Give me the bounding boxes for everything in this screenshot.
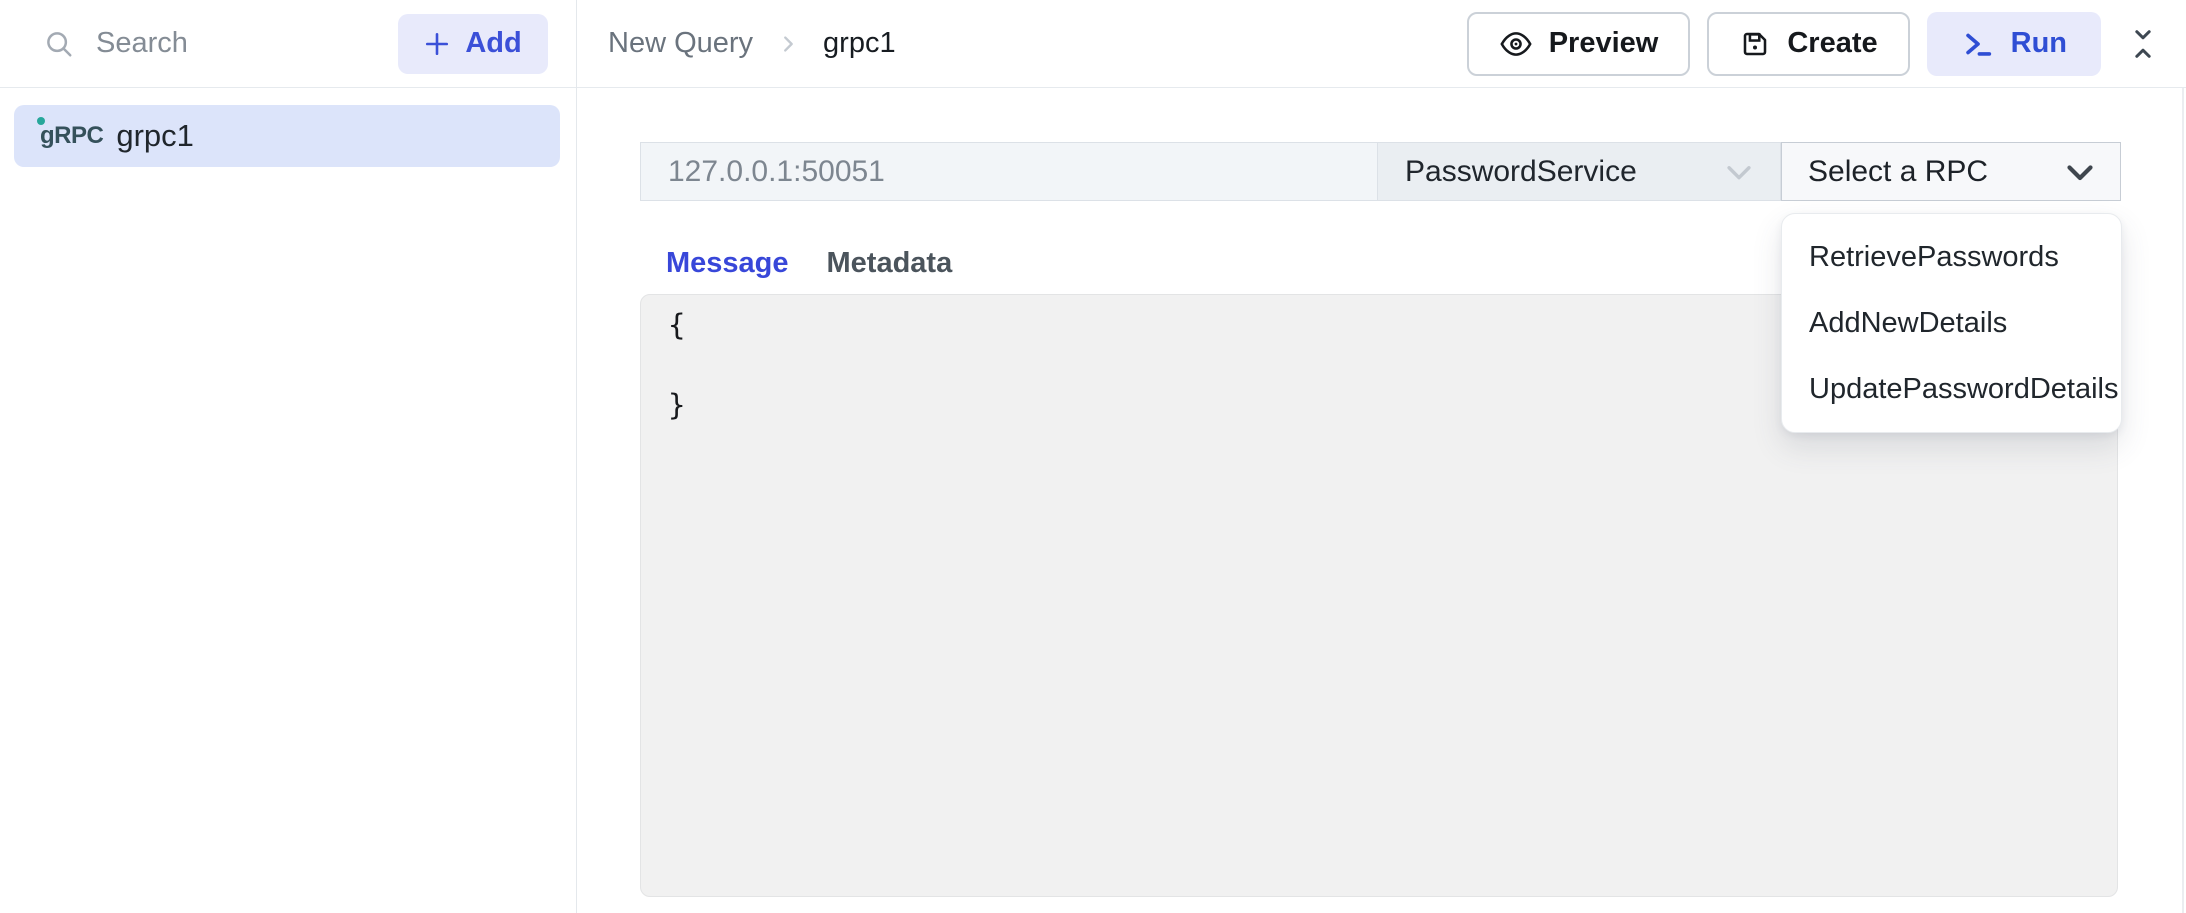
add-button-label: Add bbox=[465, 27, 521, 60]
save-icon bbox=[1739, 28, 1771, 60]
terminal-icon bbox=[1961, 27, 1995, 61]
create-button[interactable]: Create bbox=[1707, 12, 1909, 76]
service-select[interactable]: PasswordService bbox=[1378, 142, 1781, 201]
breadcrumb-item-new-query[interactable]: New Query bbox=[608, 27, 753, 60]
app-window: Add gRPC grpc1 New Query grpc1 bbox=[0, 0, 2186, 913]
rpc-dropdown-menu: RetrievePasswords AddNewDetails UpdatePa… bbox=[1781, 213, 2122, 433]
service-select-value: PasswordService bbox=[1405, 155, 1637, 189]
run-button-label: Run bbox=[2011, 27, 2067, 60]
search-icon bbox=[44, 29, 74, 59]
run-button[interactable]: Run bbox=[1927, 12, 2101, 76]
plus-icon bbox=[424, 31, 450, 57]
sidebar: Add gRPC grpc1 bbox=[0, 0, 577, 913]
rpc-option-retrieve-passwords[interactable]: RetrievePasswords bbox=[1782, 224, 2121, 290]
editor-tabs: Message Metadata bbox=[648, 247, 970, 301]
grpc-logo-icon: gRPC bbox=[40, 124, 103, 148]
eye-icon bbox=[1499, 27, 1533, 61]
collapse-vertical-icon bbox=[2128, 23, 2158, 65]
rpc-option-update-password-details[interactable]: UpdatePasswordDetails bbox=[1782, 356, 2121, 422]
add-button[interactable]: Add bbox=[398, 14, 548, 74]
sidebar-item-label: grpc1 bbox=[116, 118, 194, 154]
preview-button-label: Preview bbox=[1549, 27, 1659, 60]
chevron-right-icon bbox=[777, 33, 799, 55]
tab-message[interactable]: Message bbox=[648, 247, 807, 301]
chevron-down-icon bbox=[1722, 155, 1756, 189]
header-actions: Preview Create Run bbox=[1467, 12, 2158, 76]
rpc-select-placeholder: Select a RPC bbox=[1808, 155, 1988, 189]
sidebar-item-grpc1[interactable]: gRPC grpc1 bbox=[14, 105, 560, 167]
sidebar-header: Add bbox=[0, 0, 576, 88]
chevron-down-icon bbox=[2062, 154, 2098, 190]
rpc-select[interactable]: Select a RPC bbox=[1781, 142, 2121, 201]
breadcrumb-item-grpc1[interactable]: grpc1 bbox=[823, 27, 896, 60]
url-input[interactable] bbox=[640, 142, 1378, 201]
search-input[interactable] bbox=[96, 27, 326, 60]
collapse-button[interactable] bbox=[2128, 23, 2158, 65]
main-header: New Query grpc1 Preview bbox=[577, 0, 2186, 88]
main-panel: New Query grpc1 Preview bbox=[577, 0, 2186, 913]
rpc-option-add-new-details[interactable]: AddNewDetails bbox=[1782, 290, 2121, 356]
tab-metadata[interactable]: Metadata bbox=[809, 247, 971, 301]
preview-button[interactable]: Preview bbox=[1467, 12, 1691, 76]
breadcrumb: New Query grpc1 bbox=[608, 27, 896, 60]
connection-bar: PasswordService Select a RPC bbox=[640, 142, 2121, 201]
right-edge-divider bbox=[2182, 88, 2184, 913]
search-box[interactable] bbox=[44, 27, 398, 60]
create-button-label: Create bbox=[1787, 27, 1877, 60]
